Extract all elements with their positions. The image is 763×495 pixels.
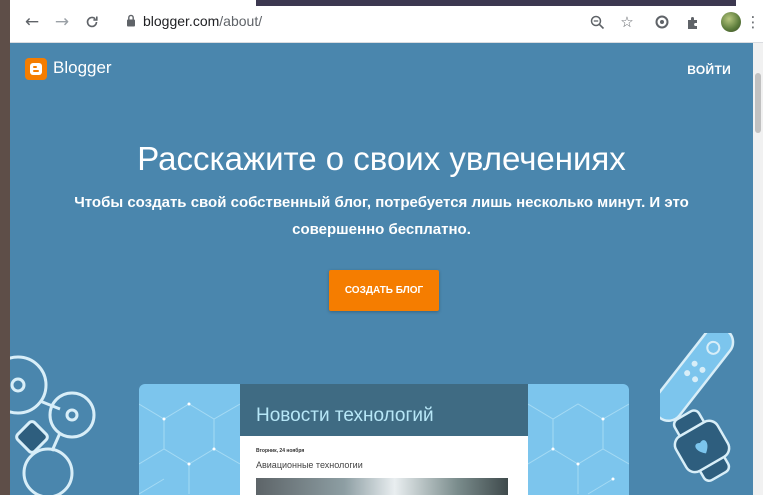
preview-blog-page: Новости технологий Вторник, 24 ноября Ав…: [240, 384, 528, 495]
window-frame: [0, 0, 10, 495]
extension-circle-icon: [655, 15, 669, 29]
url-domain: blogger.com: [143, 13, 220, 29]
url-path: /about/: [219, 13, 263, 29]
scroll-thumb[interactable]: [755, 73, 761, 133]
arrow-left-icon: ←: [24, 12, 40, 32]
reload-icon: [86, 16, 98, 28]
zoom-icon: [590, 15, 604, 29]
preview-post-image: [256, 478, 508, 495]
address-bar[interactable]: blogger.com/about/: [143, 13, 262, 29]
browser-menu-button[interactable]: ⋮: [745, 11, 761, 33]
preview-post-date: Вторник, 24 ноября: [256, 448, 305, 454]
hero-subhead: Чтобы создать свой собственный блог, пот…: [74, 194, 689, 238]
menu-dots-icon: ⋮: [745, 13, 761, 31]
back-button[interactable]: ←: [22, 12, 42, 32]
bookmark-button[interactable]: ☆: [616, 11, 638, 33]
scrollbar[interactable]: [753, 43, 763, 495]
forward-button[interactable]: →: [52, 12, 72, 32]
login-link[interactable]: ВОЙТИ: [687, 63, 731, 77]
avatar[interactable]: [721, 12, 741, 32]
reload-button[interactable]: [82, 12, 102, 32]
extensions-menu-button[interactable]: [682, 11, 704, 33]
preview-header: Новости технологий: [240, 384, 528, 436]
browser-toolbar: ← → blogger.com/about/ ☆ ⋮: [10, 0, 763, 43]
drone-illustration: [10, 355, 96, 495]
lock-icon: [127, 14, 135, 27]
blogger-logo[interactable]: [25, 58, 47, 80]
pattern-left: [139, 402, 240, 495]
arrow-right-icon: →: [54, 12, 70, 32]
create-blog-button[interactable]: СОЗДАТЬ БЛОГ: [329, 270, 439, 311]
logo-text[interactable]: Blogger: [53, 58, 112, 78]
preview-blog-title: Новости технологий: [256, 405, 434, 426]
zoom-button[interactable]: [586, 11, 608, 33]
tab-strip: [256, 0, 736, 6]
blog-preview: Новости технологий Вторник, 24 ноября Ав…: [139, 384, 629, 495]
extension-button[interactable]: [651, 11, 673, 33]
star-icon: ☆: [620, 13, 634, 31]
hero-headline: Расскажите о своих увлечениях: [137, 140, 626, 177]
preview-post-title: Авиационные технологии: [256, 460, 363, 470]
pattern-right: [528, 403, 629, 495]
remote-and-watch-illustration: [660, 333, 735, 482]
page-content: Blogger ВОЙТИ Расскажите о своих увлечен…: [10, 43, 753, 495]
puzzle-icon: [687, 16, 697, 29]
blogger-icon: [30, 63, 42, 75]
